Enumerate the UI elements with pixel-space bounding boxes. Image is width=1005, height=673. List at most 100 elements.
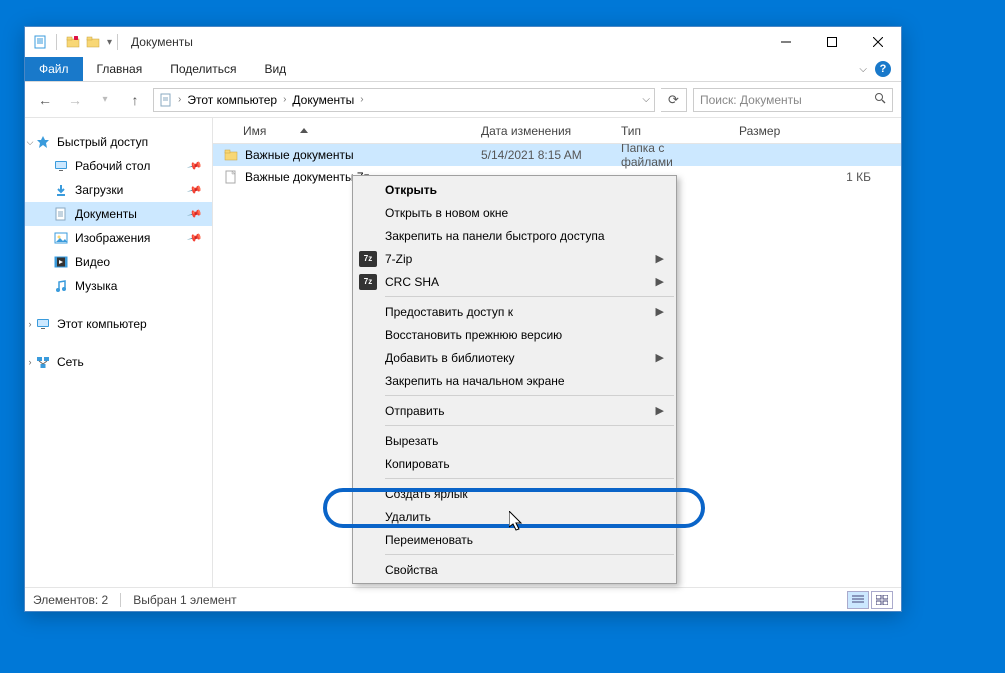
- chevron-down-icon[interactable]: ⌵: [25, 137, 35, 148]
- sidebar-item[interactable]: Загрузки📌: [25, 178, 212, 202]
- star-icon: [35, 134, 51, 150]
- new-folder-icon[interactable]: [64, 33, 82, 51]
- ribbon-expand-icon[interactable]: ⌵: [859, 64, 867, 75]
- context-menu-item[interactable]: Открыть: [353, 178, 676, 201]
- network-icon: [35, 354, 51, 370]
- chevron-right-icon[interactable]: ›: [178, 94, 181, 105]
- tab-view[interactable]: Вид: [250, 57, 300, 81]
- file-size: [729, 144, 901, 166]
- tab-share[interactable]: Поделиться: [156, 57, 250, 81]
- status-bar: Элементов: 2 Выбран 1 элемент: [25, 587, 901, 611]
- context-menu-separator: [385, 296, 674, 297]
- back-button[interactable]: ←: [33, 88, 57, 112]
- forward-button[interactable]: →: [63, 88, 87, 112]
- recent-dropdown[interactable]: ▾: [93, 88, 117, 112]
- sidebar-item-label: Рабочий стол: [75, 159, 150, 173]
- context-menu-item[interactable]: Предоставить доступ к▶: [353, 300, 676, 323]
- context-menu-label: Удалить: [385, 510, 431, 524]
- context-menu-item[interactable]: Удалить: [353, 505, 676, 528]
- address-bar[interactable]: › Этот компьютер › Документы › ⌵: [153, 88, 655, 112]
- context-menu-item[interactable]: Создать ярлык: [353, 482, 676, 505]
- context-menu-item[interactable]: Вырезать: [353, 429, 676, 452]
- context-menu-item[interactable]: Копировать: [353, 452, 676, 475]
- context-menu-label: Закрепить на панели быстрого доступа: [385, 229, 605, 243]
- context-menu-item[interactable]: Восстановить прежнюю версию: [353, 323, 676, 346]
- pin-icon: 📌: [186, 206, 202, 222]
- chevron-right-icon[interactable]: ›: [25, 357, 35, 367]
- search-placeholder: Поиск: Документы: [700, 93, 802, 107]
- context-menu-label: Свойства: [385, 563, 438, 577]
- breadcrumb-this-pc[interactable]: Этот компьютер: [185, 93, 279, 107]
- sidebar-item-label: Музыка: [75, 279, 117, 293]
- view-thumbnails-icon[interactable]: [871, 591, 893, 609]
- column-type[interactable]: Тип: [611, 118, 729, 143]
- file-row[interactable]: Важные документы5/14/2021 8:15 AMПапка с…: [213, 144, 901, 166]
- breadcrumb-documents[interactable]: Документы: [290, 93, 356, 107]
- up-button[interactable]: ↑: [123, 88, 147, 112]
- properties-icon[interactable]: [31, 33, 49, 51]
- context-menu-item[interactable]: Закрепить на панели быстрого доступа: [353, 224, 676, 247]
- column-size[interactable]: Размер: [729, 118, 901, 143]
- close-button[interactable]: [855, 27, 901, 57]
- search-icon: [874, 92, 886, 107]
- context-menu-item[interactable]: Закрепить на начальном экране: [353, 369, 676, 392]
- refresh-button[interactable]: ⟳: [661, 88, 687, 112]
- context-menu-label: CRC SHA: [385, 275, 439, 289]
- sidebar-item[interactable]: Рабочий стол📌: [25, 154, 212, 178]
- music-icon: [53, 278, 69, 294]
- sidebar-item-label: Сеть: [57, 355, 84, 369]
- context-menu-label: Создать ярлык: [385, 487, 468, 501]
- quick-access-toolbar: ▾: [31, 33, 112, 51]
- context-menu-item[interactable]: Переименовать: [353, 528, 676, 551]
- file-icon: [223, 169, 239, 185]
- chevron-right-icon[interactable]: ›: [360, 94, 363, 105]
- context-menu-item[interactable]: Отправить▶: [353, 399, 676, 422]
- maximize-button[interactable]: [809, 27, 855, 57]
- address-row: ← → ▾ ↑ › Этот компьютер › Документы › ⌵…: [25, 82, 901, 118]
- context-menu-item[interactable]: Свойства: [353, 558, 676, 581]
- sidebar-item-label: Быстрый доступ: [57, 135, 148, 149]
- column-date[interactable]: Дата изменения: [471, 118, 611, 143]
- help-icon[interactable]: ?: [875, 61, 891, 77]
- address-history-icon[interactable]: ⌵: [642, 94, 650, 105]
- context-menu-label: Восстановить прежнюю версию: [385, 328, 562, 342]
- folder-icon[interactable]: [84, 33, 102, 51]
- sidebar-network[interactable]: › Сеть: [25, 350, 212, 374]
- column-name[interactable]: Имя: [213, 118, 471, 143]
- title-bar: ▾ Документы: [25, 27, 901, 57]
- submenu-arrow-icon: ▶: [656, 404, 664, 417]
- file-name: Важные документы.7z: [245, 170, 370, 184]
- context-menu-label: Закрепить на начальном экране: [385, 374, 565, 388]
- context-menu-item[interactable]: 7z7-Zip▶: [353, 247, 676, 270]
- context-menu: ОткрытьОткрыть в новом окне Закрепить на …: [352, 175, 677, 584]
- chevron-right-icon[interactable]: ›: [283, 94, 286, 105]
- sidebar-item[interactable]: Документы 📌: [25, 202, 212, 226]
- sidebar-this-pc[interactable]: › Этот компьютер: [25, 312, 212, 336]
- sort-indicator-icon: [300, 128, 308, 133]
- context-menu-item[interactable]: Добавить в библиотеку▶: [353, 346, 676, 369]
- context-menu-label: Переименовать: [385, 533, 473, 547]
- folder-icon: [223, 147, 239, 163]
- sidebar-item-label: Документы: [75, 207, 137, 221]
- sidebar-item[interactable]: Изображения📌: [25, 226, 212, 250]
- view-details-icon[interactable]: [847, 591, 869, 609]
- ribbon-right: ⌵ ?: [859, 57, 901, 81]
- tab-home[interactable]: Главная: [83, 57, 157, 81]
- context-menu-separator: [385, 478, 674, 479]
- search-input[interactable]: Поиск: Документы: [693, 88, 893, 112]
- sidebar-item[interactable]: Музыка: [25, 274, 212, 298]
- sidebar-quick-access[interactable]: ⌵ Быстрый доступ: [25, 130, 212, 154]
- context-menu-label: Добавить в библиотеку: [385, 351, 515, 365]
- submenu-arrow-icon: ▶: [656, 275, 664, 288]
- status-count: Элементов: 2: [33, 593, 108, 607]
- sidebar-item[interactable]: Видео: [25, 250, 212, 274]
- context-menu-item[interactable]: 7zCRC SHA▶: [353, 270, 676, 293]
- context-menu-label: Предоставить доступ к: [385, 305, 513, 319]
- qat-dropdown-icon[interactable]: ▾: [107, 37, 112, 48]
- chevron-right-icon[interactable]: ›: [25, 319, 35, 329]
- tab-file[interactable]: Файл: [25, 57, 83, 81]
- minimize-button[interactable]: [763, 27, 809, 57]
- view-mode-icons: [847, 591, 893, 609]
- separator: [120, 593, 121, 607]
- context-menu-item[interactable]: Открыть в новом окне: [353, 201, 676, 224]
